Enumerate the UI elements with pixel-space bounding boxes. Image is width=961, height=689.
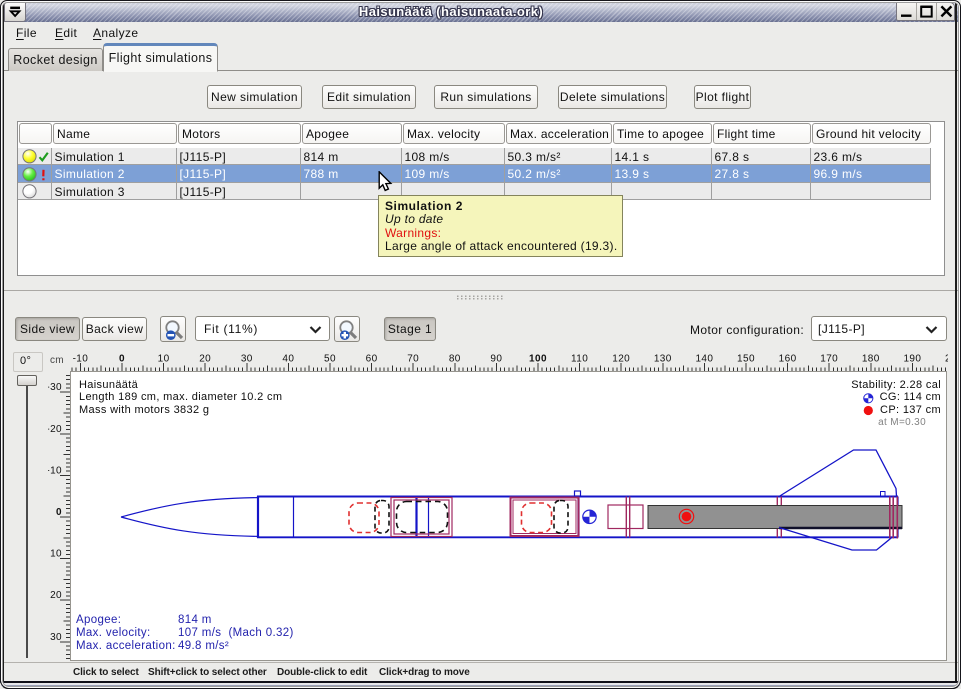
svg-text:150: 150 [737,354,755,365]
svg-text:-10: -10 [73,354,89,365]
svg-text:190: 190 [903,354,921,365]
svg-text:160: 160 [779,354,797,365]
svg-text:20: 20 [50,590,62,601]
svg-text:90: 90 [490,354,502,365]
svg-text:10: 10 [50,549,62,560]
svg-text:40: 40 [282,354,294,365]
svg-text:60: 60 [366,354,378,365]
svg-text:30: 30 [241,354,253,365]
svg-text:140: 140 [695,354,713,365]
svg-text:70: 70 [407,354,419,365]
svg-text:50: 50 [324,354,336,365]
svg-text:30: 30 [50,632,62,643]
svg-text:10: 10 [158,354,170,365]
svg-text:0: 0 [119,354,125,365]
svg-text:130: 130 [654,354,672,365]
svg-text:100: 100 [529,354,547,365]
svg-text:170: 170 [820,354,838,365]
svg-text:120: 120 [612,354,630,365]
svg-text:-10: -10 [48,465,62,476]
svg-text:110: 110 [571,354,588,365]
svg-text:180: 180 [862,354,880,365]
svg-text:20: 20 [199,354,211,365]
svg-text:-30: -30 [48,382,62,393]
svg-text:80: 80 [449,354,461,365]
svg-text:0: 0 [56,507,62,518]
svg-text:-20: -20 [48,424,62,435]
svg-text:200: 200 [945,354,948,365]
